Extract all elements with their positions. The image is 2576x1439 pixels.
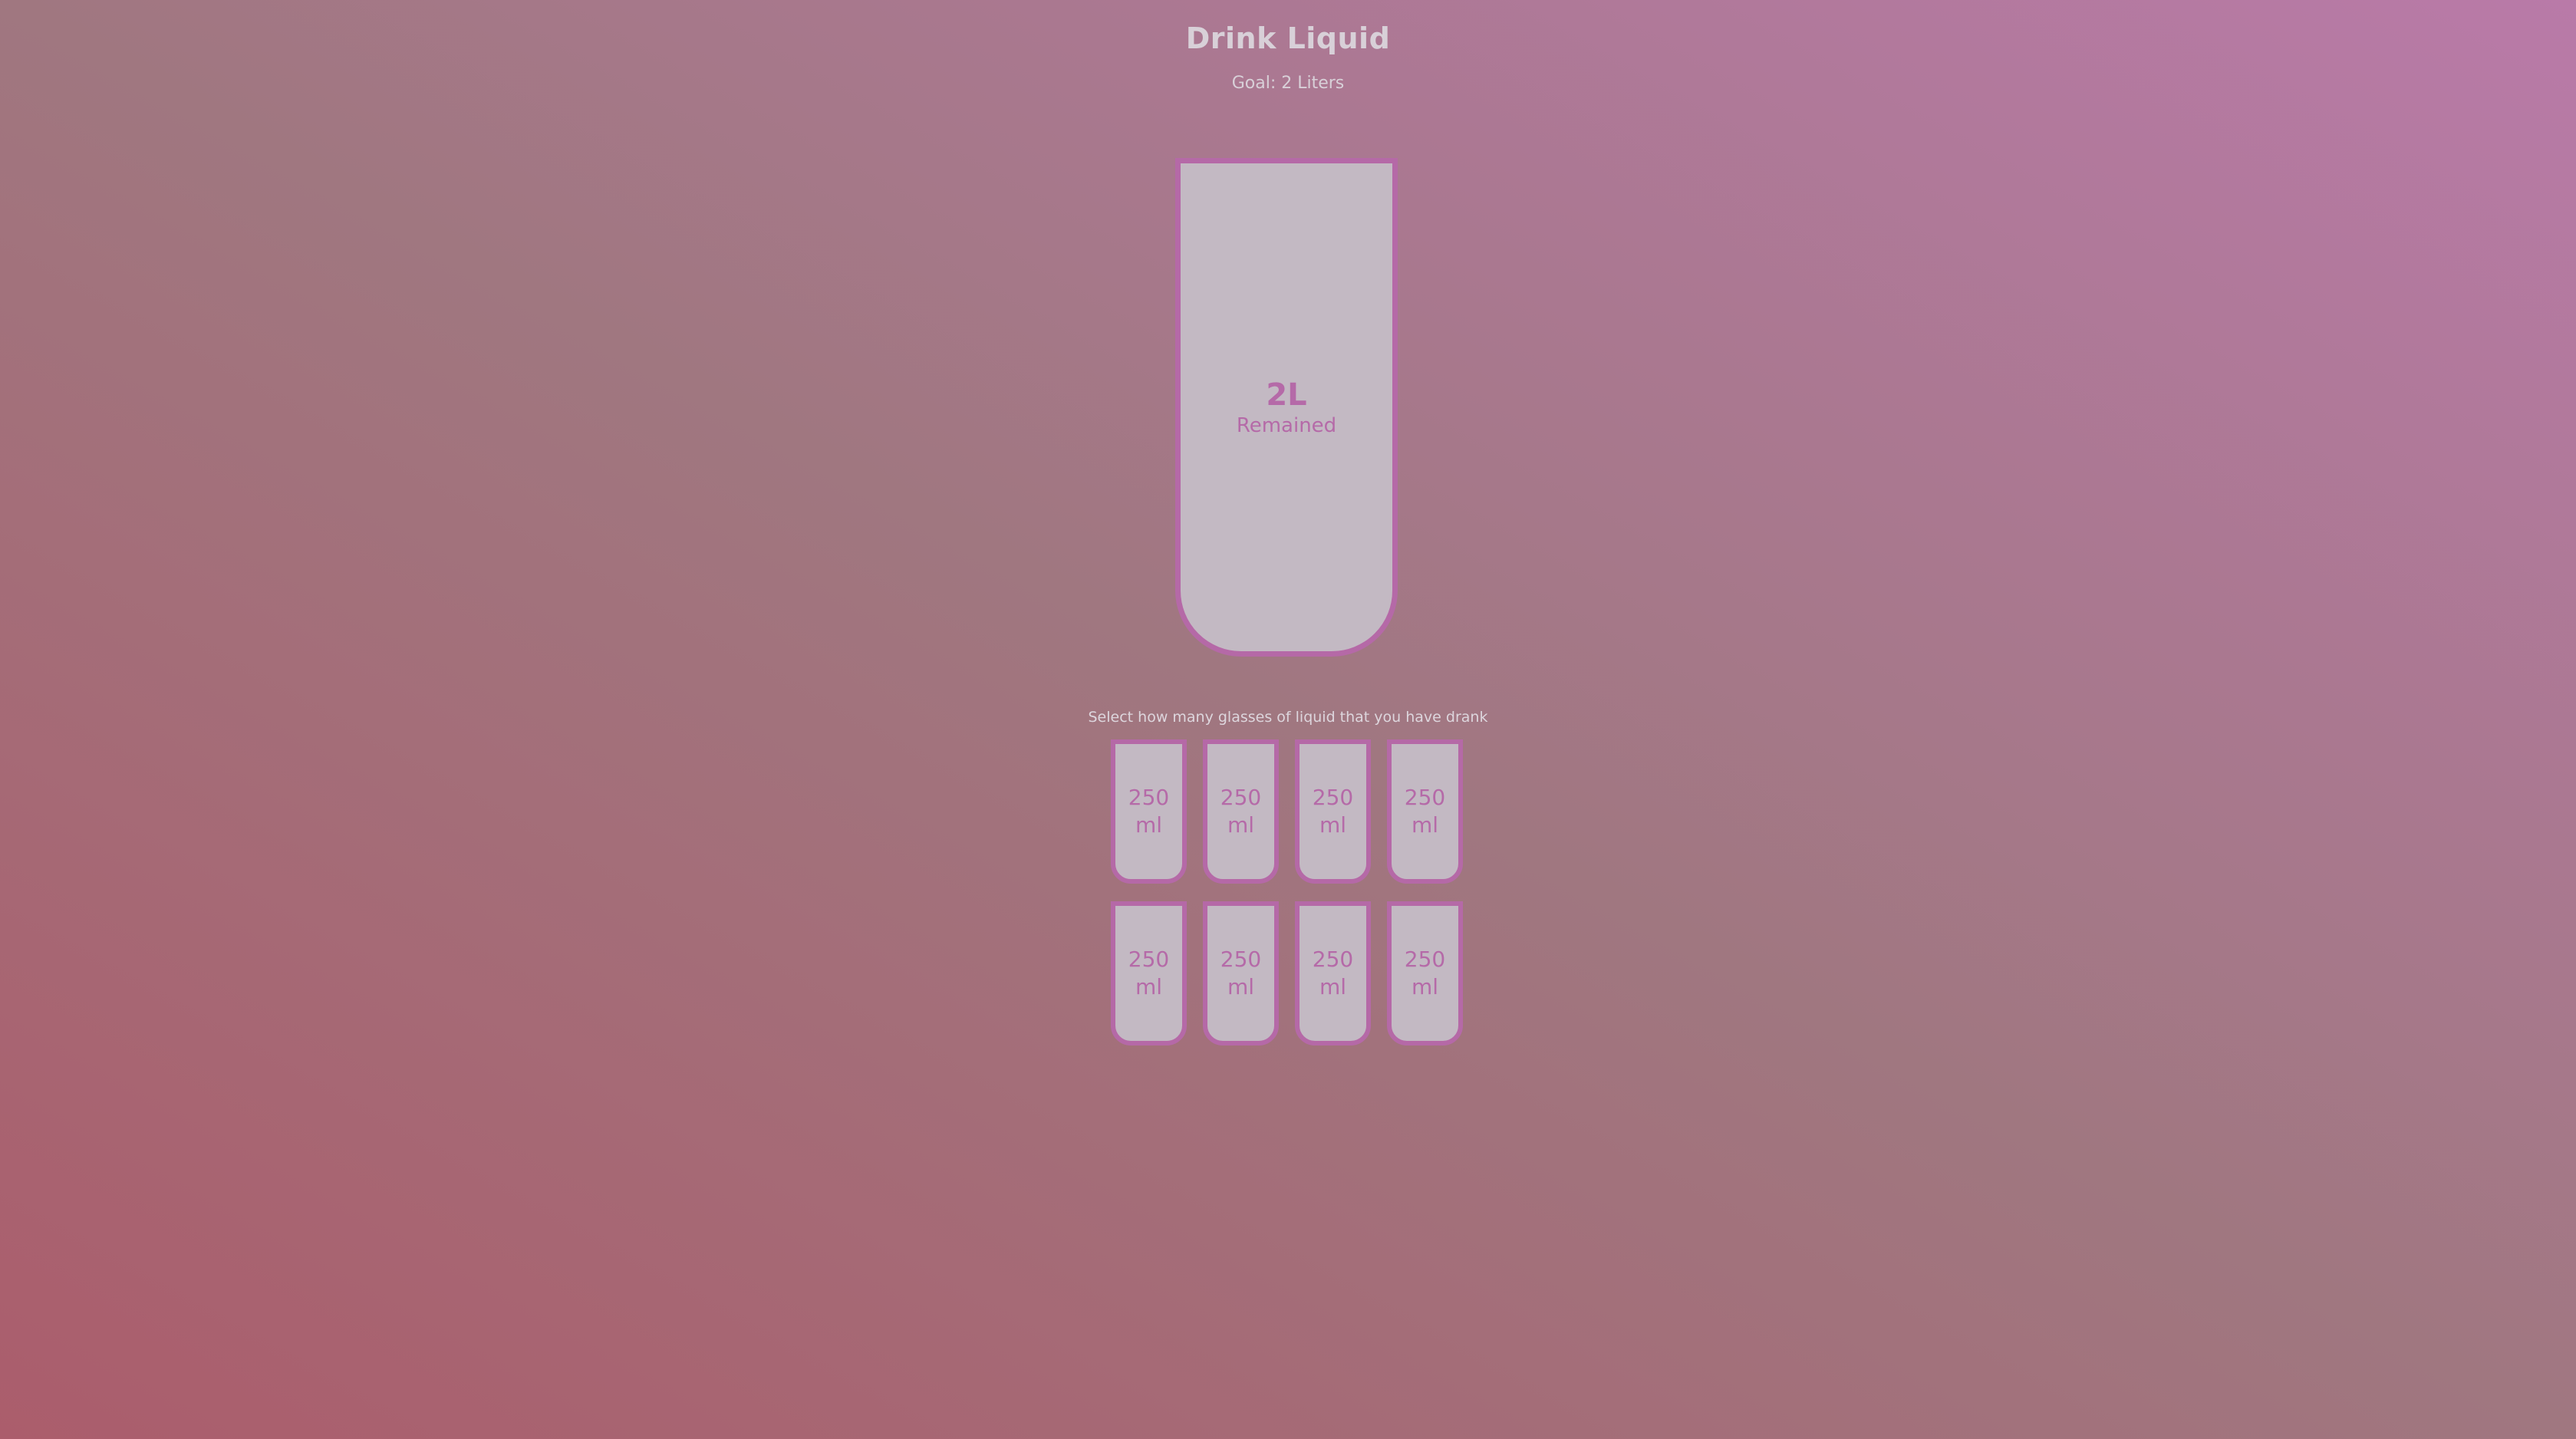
small-cup-label: 250 ml [1128, 947, 1170, 999]
goal-subtitle: Goal: 2 Liters [1231, 74, 1345, 93]
small-cup-label: 250 ml [1404, 947, 1446, 999]
small-cup-2[interactable]: 250 ml [1203, 739, 1279, 884]
small-cup-label: 250 ml [1128, 785, 1170, 838]
small-cup-4[interactable]: 250 ml [1387, 739, 1463, 884]
remained-label: Remained [1236, 414, 1337, 437]
remained-amount: 2L [1266, 377, 1307, 413]
small-cup-1[interactable]: 250 ml [1111, 739, 1187, 884]
small-cup-5[interactable]: 250 ml [1111, 901, 1187, 1045]
big-cup: 2L Remained [1175, 158, 1398, 657]
small-cup-label: 250 ml [1220, 947, 1262, 999]
small-cup-3[interactable]: 250 ml [1295, 739, 1371, 884]
small-cup-6[interactable]: 250 ml [1203, 901, 1279, 1045]
remained-display: 2L Remained [1181, 163, 1392, 651]
small-cup-label: 250 ml [1312, 785, 1354, 838]
small-cup-8[interactable]: 250 ml [1387, 901, 1463, 1045]
small-cup-label: 250 ml [1312, 947, 1354, 999]
small-cup-7[interactable]: 250 ml [1295, 901, 1371, 1045]
small-cup-label: 250 ml [1220, 785, 1262, 838]
instruction-text: Select how many glasses of liquid that y… [1088, 709, 1488, 726]
small-cups-grid: 250 ml 250 ml 250 ml 250 ml 250 ml 250 m… [1111, 739, 1465, 1045]
small-cup-label: 250 ml [1404, 785, 1446, 838]
drink-tracker-app: Drink Liquid Goal: 2 Liters 2L Remained … [0, 0, 2576, 1439]
page-title: Drink Liquid [1185, 21, 1391, 55]
